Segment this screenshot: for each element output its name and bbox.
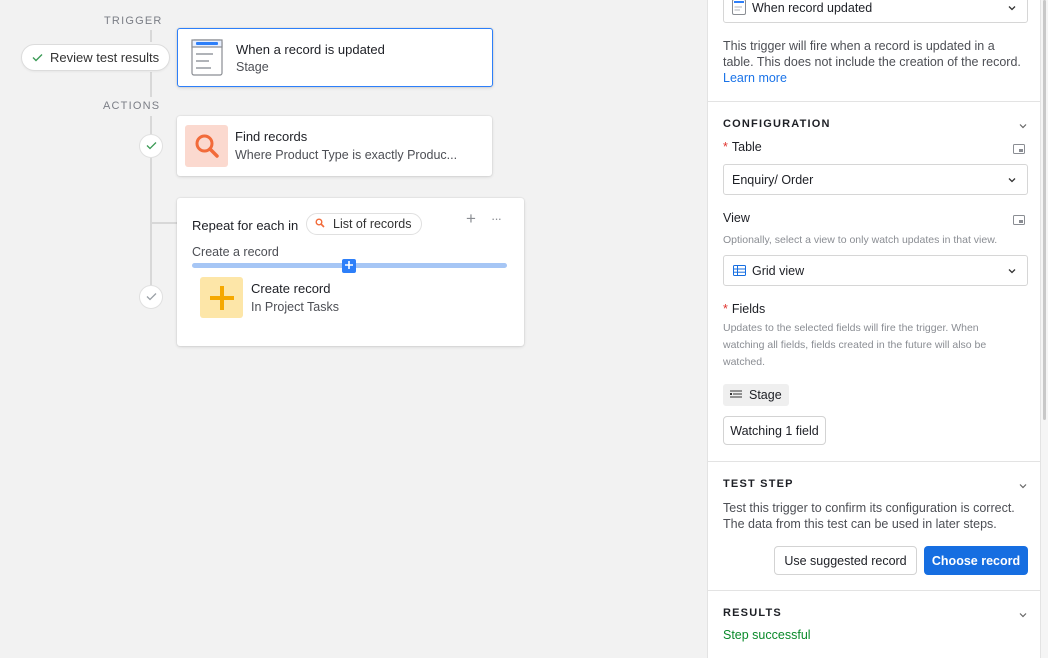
find-records-subtitle: Where Product Type is exactly Produc... [235,148,458,162]
chevron-down-icon [1007,2,1017,16]
record-updated-icon [732,0,746,18]
list-of-records-label: List of records [333,217,412,231]
connector-line [150,72,152,97]
fields-label: * Fields [723,302,766,316]
view-label: View [723,211,750,225]
trigger-section-label: TRIGGER [104,15,163,27]
step-complete-indicator [139,285,163,309]
more-options-button[interactable]: ··· [491,211,502,226]
record-updated-icon [191,39,223,76]
list-of-records-token[interactable]: List of records [306,213,422,235]
view-value: Grid view [752,263,805,278]
add-step-button[interactable]: + [466,209,476,229]
required-marker: * [723,302,728,316]
trigger-config-panel: When record updated This trigger will fi… [707,0,1041,658]
learn-more-link[interactable]: Learn more [723,71,787,85]
automation-canvas: TRIGGER ACTIONS Review test results When… [0,0,707,658]
view-select[interactable]: Grid view [723,255,1028,286]
results-heading: RESULTS [723,607,782,619]
trigger-card-title: When a record is updated [236,42,385,57]
chevron-down-icon [1007,265,1017,279]
divider [708,461,1041,462]
panel-scrollbar[interactable] [1041,0,1048,658]
results-status: Step successful [723,628,811,642]
field-chip-stage[interactable]: Stage [723,384,789,406]
create-record-subtitle: In Project Tasks [251,300,340,314]
table-select[interactable]: Enquiry/ Order [723,164,1028,195]
trigger-card[interactable]: When a record is updated Stage [177,28,493,87]
review-test-results-label: Review test results [50,50,160,65]
actions-section-label: ACTIONS [103,100,161,112]
search-icon [185,125,228,167]
trigger-description: This trigger will fire when a record is … [723,39,1021,85]
insert-step-button[interactable] [342,259,356,273]
trigger-card-subtitle: Stage [236,60,269,74]
chevron-down-icon[interactable] [1018,478,1028,496]
create-record-label: Create a record [192,245,279,259]
plus-icon [200,277,243,318]
fields-help-text: Updates to the selected fields will fire… [723,322,987,368]
create-record-title[interactable]: Create record [251,281,330,296]
divider [708,590,1041,591]
configuration-heading: CONFIGURATION [723,118,831,130]
repeat-title: Repeat for each in [192,218,299,233]
trigger-type-value: When record updated [752,0,873,15]
search-icon [315,217,325,231]
connector-line [150,30,152,42]
scrollbar-thumb[interactable] [1043,0,1046,420]
repeat-group-card[interactable]: Repeat for each in List of records + ···… [177,198,524,346]
test-step-description: Test this trigger to confirm its configu… [723,501,1015,531]
table-label: * Table [723,140,762,154]
watching-fields-button[interactable]: Watching 1 field [723,416,826,445]
review-test-results-button[interactable]: Review test results [21,44,171,71]
find-records-title: Find records [235,129,308,144]
grid-icon [733,265,746,279]
check-icon [146,137,157,155]
cast-icon[interactable] [1013,141,1025,159]
chevron-down-icon[interactable] [1018,607,1028,625]
check-icon [32,50,43,65]
use-suggested-record-button[interactable]: Use suggested record [774,546,917,575]
field-list-icon [730,388,742,402]
cast-icon[interactable] [1013,212,1025,230]
trigger-type-select[interactable]: When record updated [723,0,1028,23]
choose-record-button[interactable]: Choose record [924,546,1028,575]
test-step-heading: TEST STEP [723,478,794,490]
connector-branch [150,222,177,224]
table-value: Enquiry/ Order [732,172,814,187]
step-complete-indicator [139,134,163,158]
chevron-down-icon [1007,174,1017,188]
connector-line [150,116,152,134]
plus-icon [344,257,354,275]
field-chip-label: Stage [749,388,782,402]
divider [708,101,1041,102]
find-records-card[interactable]: Find records Where Product Type is exact… [177,116,492,176]
view-help-text: Optionally, select a view to only watch … [723,234,998,246]
chevron-down-icon[interactable] [1018,118,1028,136]
check-icon [146,288,157,306]
required-marker: * [723,140,728,154]
